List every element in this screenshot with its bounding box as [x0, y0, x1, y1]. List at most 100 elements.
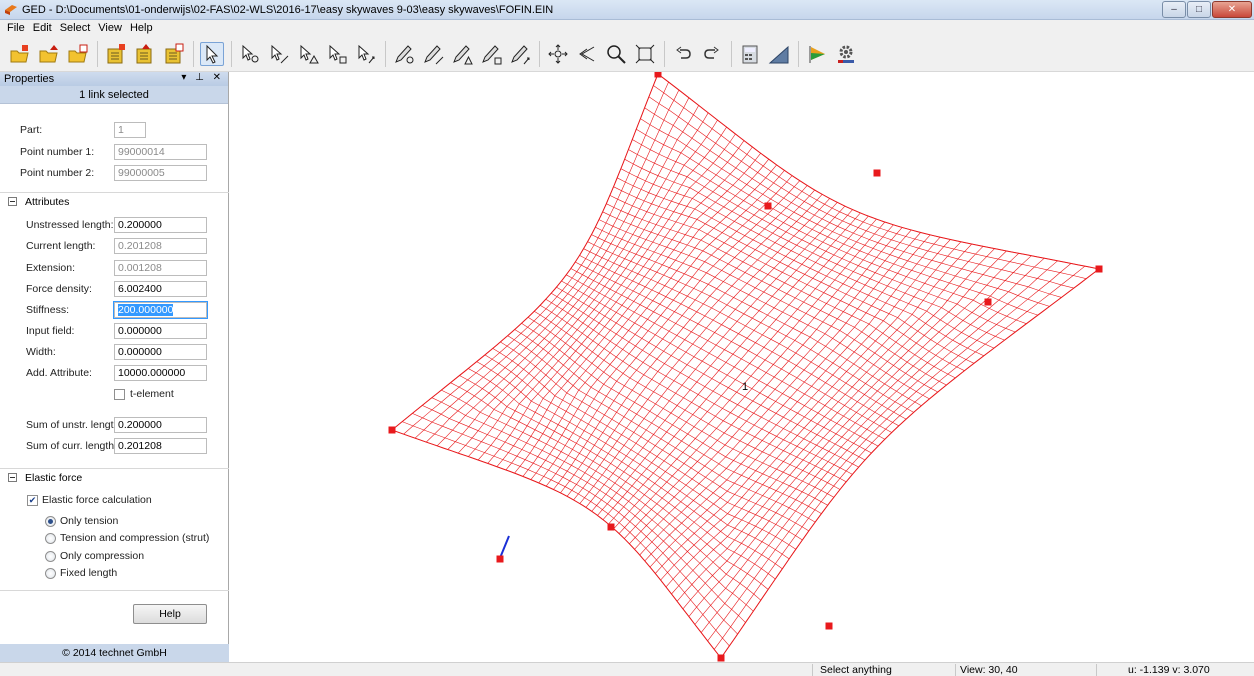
zoom-button[interactable] [604, 42, 628, 66]
status-coords: u: -1.139 v: 3.070 [1128, 664, 1210, 676]
menu-select[interactable]: Select [56, 22, 95, 34]
support-node[interactable] [984, 298, 992, 306]
add-attribute-field[interactable]: 10000.000000 [114, 365, 207, 381]
elastic-section-header[interactable]: Elastic force [0, 468, 229, 486]
status-divider [955, 664, 956, 676]
pen-point-button[interactable] [392, 42, 416, 66]
only-compression-label: Only compression [60, 550, 145, 562]
membrane-mesh[interactable]: 1 [230, 72, 1254, 662]
pen-link-button[interactable] [421, 42, 445, 66]
sum-curr-field[interactable]: 0.201208 [114, 438, 207, 454]
support-node[interactable] [1095, 265, 1103, 273]
support-node[interactable] [825, 622, 833, 630]
only-tension-label: Only tension [60, 515, 119, 527]
width-label: Width: [26, 346, 56, 358]
new-folder-button[interactable] [8, 42, 32, 66]
support-node[interactable] [607, 523, 615, 531]
point2-field[interactable]: 99000005 [114, 165, 207, 181]
save-file-button[interactable] [162, 42, 186, 66]
new-file-button[interactable] [104, 42, 128, 66]
selected-link[interactable] [499, 535, 510, 559]
pen-triangle-icon [453, 44, 473, 64]
support-node[interactable] [873, 169, 881, 177]
window-title: GED - D:\Documents\01-onderwijs\02-FAS\0… [22, 3, 554, 16]
part-field[interactable]: 1 [114, 122, 146, 138]
close-button[interactable]: ✕ [1212, 1, 1252, 18]
support-node[interactable] [764, 202, 772, 210]
status-divider [812, 664, 813, 676]
select-rect-button[interactable] [325, 42, 349, 66]
help-button[interactable]: Help [133, 604, 207, 624]
zoom-extent-button[interactable] [575, 42, 599, 66]
width-field[interactable]: 0.000000 [114, 344, 207, 360]
menu-view[interactable]: View [94, 22, 126, 34]
settings-button[interactable] [834, 42, 858, 66]
radio-tension-compression[interactable] [45, 533, 56, 544]
undo-button[interactable] [671, 42, 695, 66]
pen-rect-button[interactable] [479, 42, 503, 66]
current-length-label: Current length: [26, 240, 96, 252]
t-element-checkbox[interactable] [114, 389, 125, 400]
select-drag-button[interactable] [354, 42, 378, 66]
radio-fixed-length[interactable] [45, 568, 56, 579]
collapse-icon[interactable] [8, 473, 17, 482]
unstressed-label: Unstressed length: [26, 219, 114, 231]
mesh-line [391, 73, 659, 431]
mesh-line [653, 85, 1087, 279]
app-logo-icon [5, 4, 17, 15]
radio-only-compression[interactable] [45, 551, 56, 562]
maximize-button[interactable]: □ [1187, 1, 1211, 18]
input-field-field[interactable]: 0.000000 [114, 323, 207, 339]
open-file-button[interactable] [133, 42, 157, 66]
attributes-section-header[interactable]: Attributes [0, 192, 229, 210]
support-node[interactable] [654, 72, 662, 78]
fit-view-button[interactable] [633, 42, 657, 66]
minimize-button[interactable]: – [1162, 1, 1186, 18]
sum-unstr-field[interactable]: 0.200000 [114, 417, 207, 433]
flag-button[interactable] [805, 42, 829, 66]
support-node[interactable] [388, 426, 396, 434]
sum-unstr-row: Sum of unstr. lengths: 0.200000 [0, 417, 229, 433]
unstressed-field[interactable]: 0.200000 [114, 217, 207, 233]
mesh-line [587, 241, 914, 413]
open-file-icon [136, 43, 152, 63]
menu-file[interactable]: File [3, 22, 29, 34]
pen-triangle-button[interactable] [450, 42, 474, 66]
pen-rect-icon [482, 44, 502, 64]
select-point-button[interactable] [238, 42, 262, 66]
menu-bar: File Edit Select View Help [0, 20, 1254, 36]
move-button[interactable] [546, 42, 570, 66]
point1-field[interactable]: 99000014 [114, 144, 207, 160]
save-folder-button[interactable] [66, 42, 90, 66]
triangle-button[interactable] [767, 42, 791, 66]
pen-drag-button[interactable] [508, 42, 532, 66]
select-arrow-icon [206, 44, 219, 64]
collapse-icon[interactable] [8, 197, 17, 206]
add-attribute-label: Add. Attribute: [26, 367, 92, 379]
support-node[interactable] [717, 654, 725, 662]
extension-field[interactable]: 0.001208 [114, 260, 207, 276]
menu-help[interactable]: Help [126, 22, 157, 34]
select-link-button[interactable] [267, 42, 291, 66]
stiffness-field[interactable]: 200.000000 [113, 301, 208, 319]
status-message: Select anything [820, 664, 892, 676]
select-triangle-button[interactable] [296, 42, 320, 66]
elastic-calc-checkbox[interactable]: ✔ [27, 495, 38, 506]
radio-only-tension[interactable] [45, 516, 56, 527]
current-length-field[interactable]: 0.201208 [114, 238, 207, 254]
menu-edit[interactable]: Edit [29, 22, 56, 34]
part-row: Part: 1 [0, 122, 229, 138]
select-tool-button[interactable] [200, 41, 224, 66]
part-label: Part: [20, 124, 43, 136]
pen-point-icon [395, 44, 414, 63]
support-node[interactable] [496, 555, 504, 563]
drawing-canvas[interactable]: 1 [230, 72, 1254, 662]
mesh-line [613, 186, 975, 364]
redo-button[interactable] [700, 42, 724, 66]
mesh-line [636, 128, 1038, 316]
panel-header-controls[interactable]: ▾ ⊥ ✕ [181, 72, 224, 83]
force-density-field[interactable]: 6.002400 [114, 281, 207, 297]
calculator-button[interactable] [738, 42, 762, 66]
open-folder-button[interactable] [37, 42, 61, 66]
attributes-title: Attributes [25, 195, 70, 208]
